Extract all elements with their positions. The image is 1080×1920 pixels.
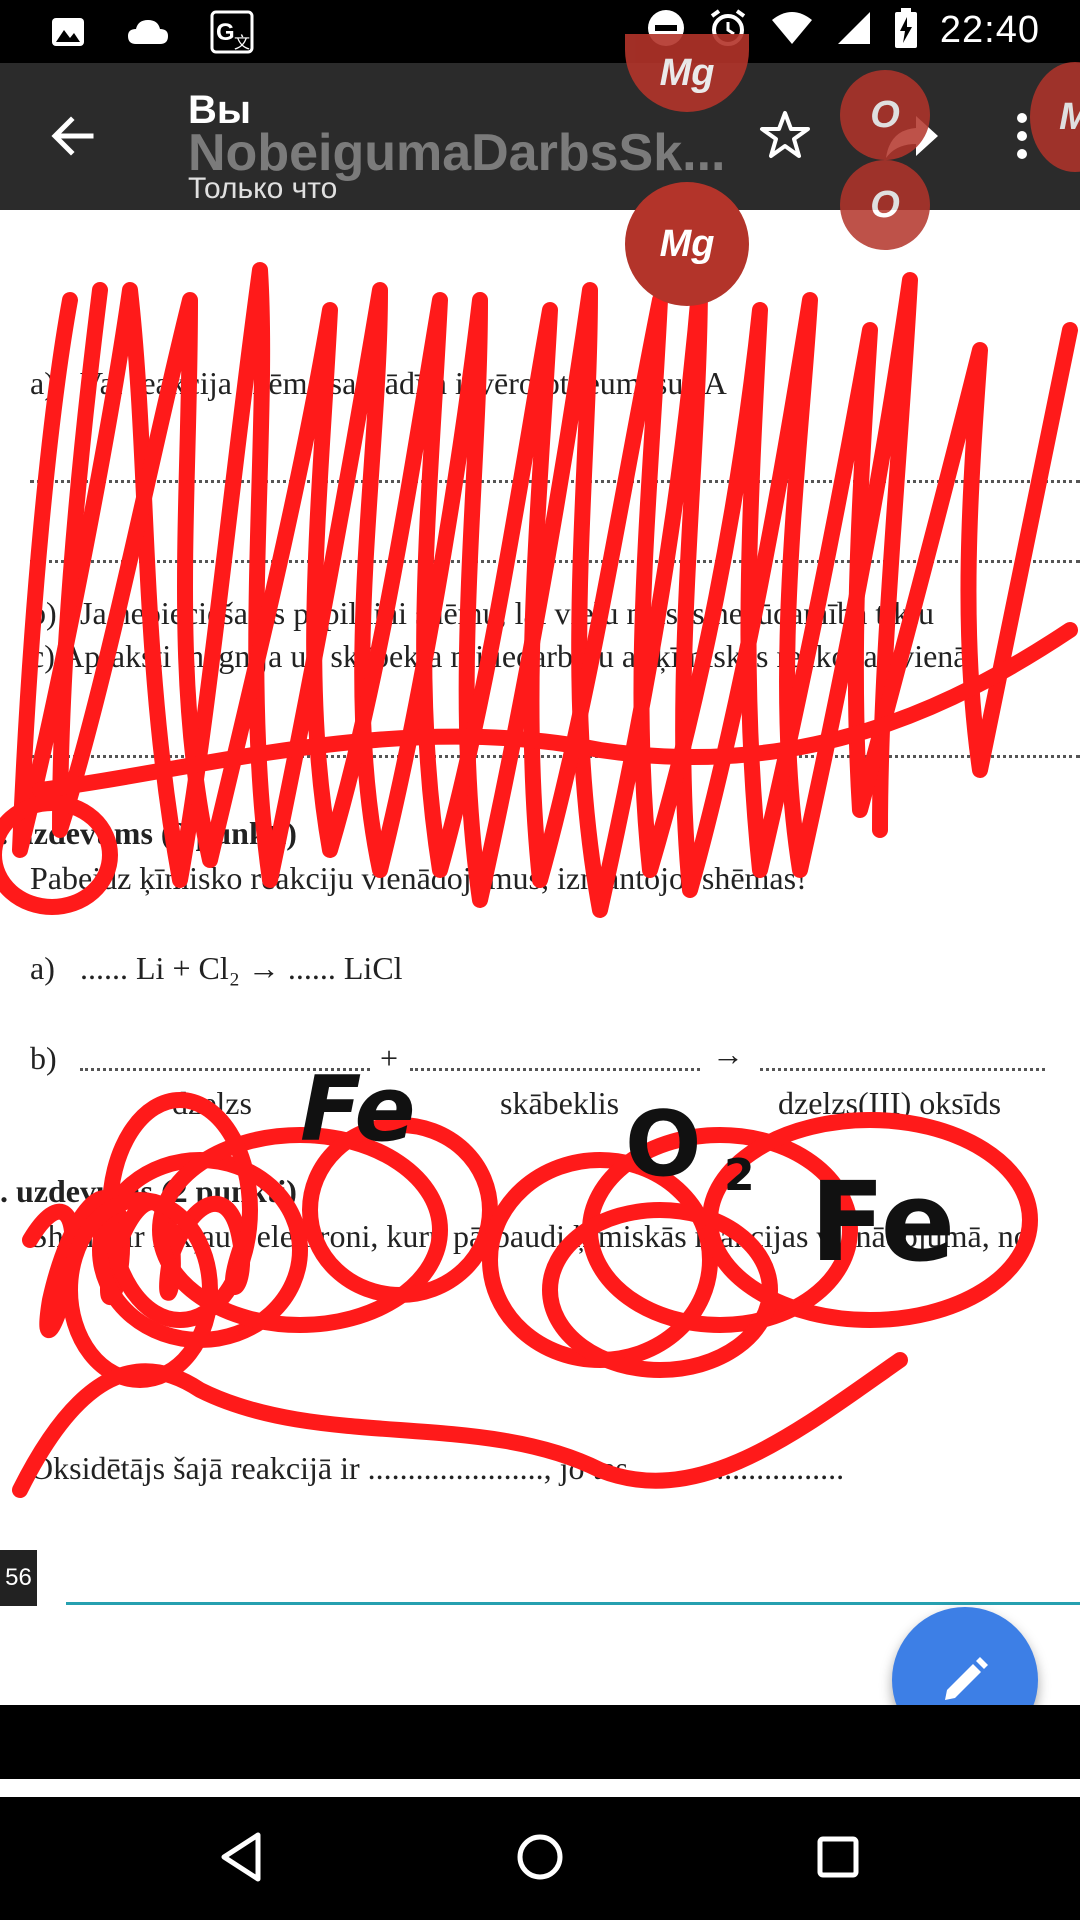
signal-icon bbox=[836, 10, 872, 51]
page-number: 56 bbox=[0, 1550, 37, 1606]
cloud-icon bbox=[126, 14, 170, 55]
arrow-sign: → bbox=[712, 1036, 744, 1072]
task-heading: . uzdevums (2 punkti) bbox=[0, 815, 297, 851]
task2-heading: . uzdevums (2 punkti) bbox=[0, 1173, 297, 1209]
handwritten-fe-1: Fe bbox=[300, 1057, 416, 1162]
navigation-bar bbox=[0, 1797, 1080, 1920]
oxidizer-line: Oksidētājs šajā reakcijā ir ............… bbox=[30, 1450, 845, 1486]
handwritten-subscript-2: 2 bbox=[724, 1150, 755, 1201]
line-a-label: a) bbox=[30, 365, 55, 401]
triangle-back-icon bbox=[221, 1832, 261, 1882]
line-b-label: b) bbox=[30, 595, 57, 631]
bottom-strip bbox=[0, 1779, 1080, 1797]
wifi-icon bbox=[770, 10, 814, 51]
label-oxygen: skābeklis bbox=[500, 1085, 620, 1121]
page-divider bbox=[66, 1602, 1080, 1605]
answer-line bbox=[30, 560, 1080, 563]
document-page[interactable]: a) Vai reakcija shēma sasvādīta ievērojo… bbox=[0, 210, 1080, 1705]
task2-instruction: Shēmā ir iekļauti elektroni, kuru pārbau… bbox=[30, 1218, 1030, 1254]
answer-blank bbox=[410, 1068, 700, 1071]
back-button[interactable] bbox=[45, 108, 101, 164]
square-recents-icon bbox=[817, 1836, 859, 1878]
bottom-band bbox=[0, 1705, 1080, 1779]
nav-home-button[interactable] bbox=[510, 1827, 570, 1887]
line-c-text: c) Apraksti magnija un skābekļa mijiedar… bbox=[30, 638, 968, 674]
task-instruction: Pabeidz ķīmisko reakciju vienādojumus, i… bbox=[30, 860, 807, 896]
sticker-o-top[interactable]: O bbox=[840, 70, 930, 160]
status-bar: G文 22:40 bbox=[0, 0, 1080, 63]
battery-charging-icon bbox=[894, 8, 918, 53]
timestamp-label: Только что bbox=[188, 172, 338, 205]
image-icon bbox=[50, 14, 86, 55]
handwritten-o: O bbox=[625, 1092, 702, 1197]
line-b-text: Ja nepieciešams papildini shēmu, lai vie… bbox=[80, 595, 934, 631]
status-time: 22:40 bbox=[939, 9, 1040, 51]
line-a-text: Vai reakcija shēma sasvādīta ievērojot i… bbox=[80, 365, 727, 401]
nav-back-button[interactable] bbox=[212, 1827, 272, 1887]
title-block: Вы NobeigumaDarbsSk... Только что bbox=[188, 87, 725, 205]
answer-blank bbox=[80, 1068, 370, 1071]
equation-a-label: a) bbox=[30, 950, 55, 986]
star-button[interactable] bbox=[757, 108, 813, 164]
answer-line bbox=[30, 755, 1080, 758]
arrow-left-icon bbox=[51, 116, 94, 156]
equation-a: ...... Li + Cl₂ → ...... LiCl bbox=[80, 950, 403, 986]
nav-recents-button[interactable] bbox=[808, 1827, 868, 1887]
svg-text:G: G bbox=[216, 19, 235, 46]
pencil-icon bbox=[945, 1657, 988, 1700]
answer-line bbox=[30, 480, 1080, 483]
svg-text:文: 文 bbox=[234, 33, 250, 52]
plus-sign: + bbox=[380, 1040, 399, 1076]
sticker-o-mid[interactable]: O bbox=[840, 160, 930, 250]
sticker-mg[interactable]: Mg bbox=[625, 182, 749, 306]
label-iron-oxide: dzelzs(III) oksīds bbox=[778, 1085, 1002, 1121]
translate-icon: G文 bbox=[210, 10, 254, 59]
status-left-icons: G文 bbox=[50, 10, 254, 59]
star-icon bbox=[760, 111, 810, 158]
circle-home-icon bbox=[517, 1834, 563, 1880]
answer-blank bbox=[760, 1068, 1045, 1071]
equation-b-label: b) bbox=[30, 1040, 57, 1076]
label-iron: dzelzs bbox=[172, 1085, 252, 1121]
